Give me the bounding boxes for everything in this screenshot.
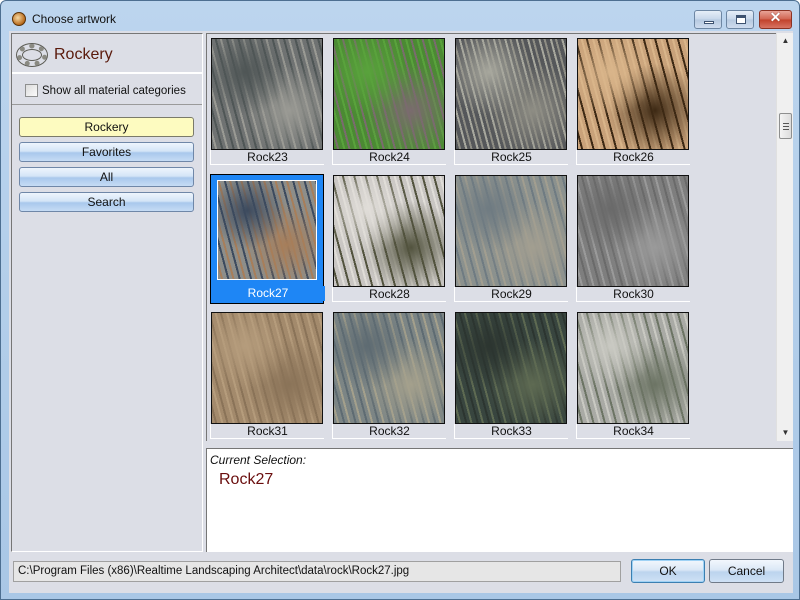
artwork-tile[interactable]: Rock27 xyxy=(210,174,325,304)
close-button[interactable]: ✕ xyxy=(759,9,792,29)
current-selection-panel: Current Selection: Rock27 xyxy=(206,448,793,552)
maximize-button[interactable] xyxy=(726,10,754,29)
artwork-thumbnail[interactable] xyxy=(211,38,323,150)
nav-all-button[interactable]: All xyxy=(19,167,194,187)
current-selection-label: Current Selection: xyxy=(210,453,307,467)
choose-artwork-dialog: Choose artwork ✕ Rockery Show all materi… xyxy=(0,0,800,600)
artwork-thumbnail[interactable] xyxy=(333,312,445,424)
artwork-label: Rock25 xyxy=(454,150,568,165)
artwork-tile[interactable]: Rock34 xyxy=(576,311,690,441)
artwork-tile[interactable]: Rock24 xyxy=(332,37,446,167)
category-sidebar: Rockery Show all material categories Roc… xyxy=(11,33,203,552)
window-title: Choose artwork xyxy=(32,12,117,26)
category-title: Rockery xyxy=(54,46,113,63)
minimize-icon xyxy=(704,21,714,24)
artwork-label: Rock30 xyxy=(576,287,690,302)
artwork-tile[interactable]: Rock31 xyxy=(210,311,324,441)
artwork-label: Rock29 xyxy=(454,287,568,302)
artwork-grid: Rock23 Rock24 Rock25 Rock26 Rock27 Rock28 Rock… xyxy=(206,33,776,441)
artwork-thumbnail[interactable] xyxy=(455,38,567,150)
artwork-thumbnail[interactable] xyxy=(211,312,323,424)
artwork-thumbnail[interactable] xyxy=(577,38,689,150)
show-all-checkbox[interactable] xyxy=(25,84,38,97)
scroll-thumb[interactable] xyxy=(779,113,792,139)
rockery-ring-icon xyxy=(17,44,47,66)
artwork-tile[interactable]: Rock30 xyxy=(576,174,690,304)
artwork-label: Rock23 xyxy=(210,150,324,165)
show-all-label[interactable]: Show all material categories xyxy=(42,85,186,97)
show-all-categories-row[interactable]: Show all material categories xyxy=(12,76,202,105)
dialog-client-area: Rockery Show all material categories Roc… xyxy=(9,31,793,593)
file-path-field[interactable]: C:\Program Files (x86)\Realtime Landscap… xyxy=(13,561,621,582)
maximize-icon xyxy=(736,15,746,24)
artwork-thumbnail[interactable] xyxy=(333,175,445,287)
artwork-label: Rock27 xyxy=(211,286,325,301)
artwork-label: Rock32 xyxy=(332,424,446,439)
scroll-down-arrow-icon[interactable]: ▼ xyxy=(777,425,794,441)
artwork-label: Rock31 xyxy=(210,424,324,439)
artwork-thumbnail[interactable] xyxy=(455,312,567,424)
artwork-thumbnail[interactable] xyxy=(217,180,317,280)
artwork-label: Rock24 xyxy=(332,150,446,165)
category-header: Rockery xyxy=(12,34,202,74)
artwork-label: Rock34 xyxy=(576,424,690,439)
scroll-up-arrow-icon[interactable]: ▲ xyxy=(777,33,794,49)
artwork-label: Rock26 xyxy=(576,150,690,165)
artwork-thumbnail[interactable] xyxy=(333,38,445,150)
nav-search-button[interactable]: Search xyxy=(19,192,194,212)
close-icon: ✕ xyxy=(769,9,782,25)
artwork-tile[interactable]: Rock32 xyxy=(332,311,446,441)
artwork-label: Rock33 xyxy=(454,424,568,439)
artwork-tile[interactable]: Rock23 xyxy=(210,37,324,167)
artwork-label: Rock28 xyxy=(332,287,446,302)
title-bar[interactable]: Choose artwork ✕ xyxy=(1,1,799,35)
artwork-thumbnail[interactable] xyxy=(577,175,689,287)
artwork-tile[interactable]: Rock28 xyxy=(332,174,446,304)
cancel-button[interactable]: Cancel xyxy=(709,559,784,583)
artwork-tile[interactable]: Rock26 xyxy=(576,37,690,167)
artwork-thumbnail[interactable] xyxy=(455,175,567,287)
artwork-tile[interactable]: Rock33 xyxy=(454,311,568,441)
app-icon xyxy=(12,12,26,26)
minimize-button[interactable] xyxy=(694,10,722,29)
current-selection-value: Rock27 xyxy=(219,471,274,488)
artwork-tile[interactable]: Rock29 xyxy=(454,174,568,304)
grid-scrollbar[interactable]: ▲ ▼ xyxy=(776,33,793,441)
artwork-tile[interactable]: Rock25 xyxy=(454,37,568,167)
nav-rockery-button[interactable]: Rockery xyxy=(19,117,194,137)
nav-favorites-button[interactable]: Favorites xyxy=(19,142,194,162)
artwork-thumbnail[interactable] xyxy=(577,312,689,424)
